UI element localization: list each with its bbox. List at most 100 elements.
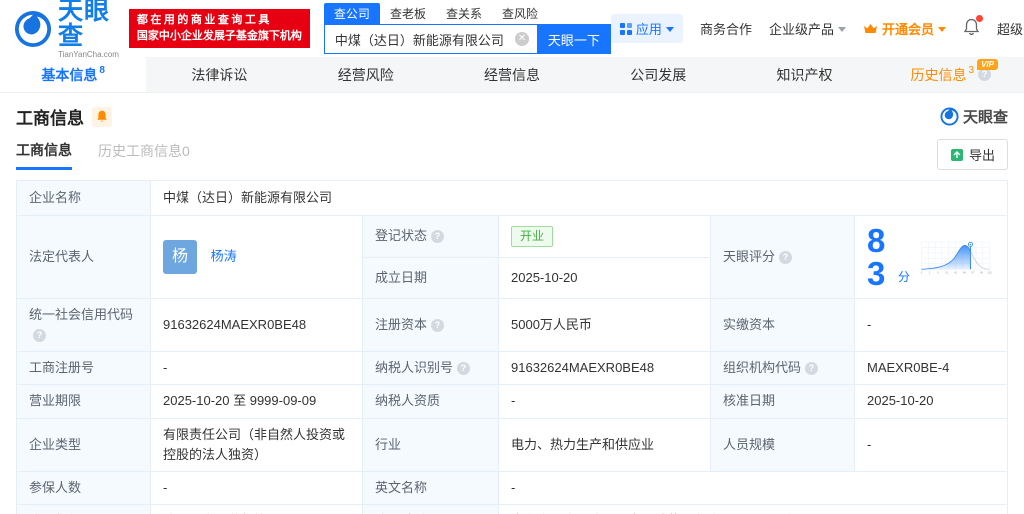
business-info-table: 企业名称 中煤（达日）新能源有限公司 法定代表人 杨 杨涛 登记状态 开业 天眼… [16,180,1008,514]
staff-size-label: 人员规模 [710,417,855,472]
reg-address-label: 注册地址 [362,503,499,514]
reg-status-label: 登记状态 [362,214,499,259]
est-date-value: 2025-10-20 [498,257,711,299]
logo-title: 天眼查 [58,0,111,50]
crown-icon [863,23,877,33]
svg-text:1: 1 [929,270,931,274]
info-icon[interactable] [779,250,793,264]
tab-label: 知识产权 [776,66,833,83]
apps-grid-icon [619,22,632,35]
notification-bell-icon[interactable] [963,15,983,39]
info-icon[interactable] [33,329,46,343]
company-type-label: 企业类型 [16,417,151,472]
reg-authority-value: 达日县市场监督管理局 [150,503,363,514]
slogan-line2: 国家中小企业发展子基金旗下机构 [136,29,302,42]
score-number: 83 [867,222,886,292]
user-account-menu[interactable]: 超级... [997,19,1024,38]
business-term-label: 营业期限 [16,384,151,419]
tab-label: 基本信息 [41,66,98,83]
subtab-business-registration[interactable]: 工商信息 [16,140,72,170]
reg-capital-value: 5000万人民币 [498,297,711,353]
reg-number-label: 工商注册号 [16,351,151,386]
credit-code-value: 91632624MAEXR0BE48 [150,297,363,353]
tyc-score-value: 83 分 0 1 5 15 42 84 97 99 100 [854,215,1008,299]
tab-count: 8 [99,65,105,76]
export-label: 导出 [968,148,995,163]
insured-count-value: - [150,470,363,505]
taxpayer-quality-label: 纳税人资质 [362,384,499,419]
taxpayer-quality-value: - [498,384,711,419]
info-icon[interactable] [457,362,471,376]
tab-intellectual-property[interactable]: 知识产权 [731,57,877,92]
english-name-value: - [498,470,1008,505]
credit-code-label: 统一社会信用代码 [16,297,151,353]
taxpayer-id-label: 纳税人识别号 [362,351,499,386]
section-title: 工商信息 [16,109,84,128]
tab-count: 3 [968,65,975,76]
reg-status-value: 开业 [498,214,711,259]
search-tab-company[interactable]: 查公司 [323,3,380,24]
brand-slogan-badge: 都在用的商业查询工具 国家中小企业发展子基金旗下机构 [128,8,310,49]
subtab-history-registration[interactable]: 历史工商信息0 [98,141,190,168]
company-section-tabs: 基本信息 8 法律诉讼 经营风险 经营信息 公司发展 知识产权 VIP 历史信息… [0,57,1024,93]
tab-company-development[interactable]: 公司发展 [585,57,731,92]
tab-basic-info[interactable]: 基本信息 8 [0,57,147,92]
cooperation-label: 商务合作 [699,22,752,37]
logo-swirl-icon [14,10,52,47]
watermark-logo: 天眼查 [940,106,1008,127]
tab-label: 历史信息 [910,66,967,83]
search-button[interactable]: 天眼一下 [536,24,611,54]
est-date-label: 成立日期 [362,257,499,299]
top-menu: 应用 商务合作 企业级产品 开通会员 超级... [610,14,1024,43]
svg-text:97: 97 [972,270,976,274]
business-term-value: 2025-10-20 至 9999-09-09 [150,384,363,419]
paid-capital-label: 实缴资本 [710,297,855,353]
tab-history-info[interactable]: VIP 历史信息 3 [878,57,1024,92]
export-button[interactable]: 导出 [936,139,1008,170]
monitor-bell-icon[interactable] [92,106,112,127]
english-name-label: 英文名称 [362,470,499,505]
info-icon[interactable] [805,362,819,376]
search-tab-boss[interactable]: 查老板 [380,3,436,24]
notification-dot [975,15,983,22]
legal-rep-link[interactable]: 杨涛 [211,248,237,263]
enterprise-products-menu[interactable]: 企业级产品 [769,19,846,38]
business-cooperation-link[interactable]: 商务合作 [700,19,752,38]
svg-text:42: 42 [954,270,958,274]
tab-label: 经营风险 [337,66,394,83]
tab-business-info[interactable]: 经营信息 [439,57,585,92]
company-type-value: 有限责任公司（非自然人投资或控股的法人独资） [150,417,363,472]
search-tab-risk[interactable]: 查风险 [492,3,548,24]
score-distribution-chart: 0 1 5 15 42 84 97 99 100 [921,241,992,274]
legal-rep-value: 杨 杨涛 [150,215,363,299]
tyc-score-label: 天眼评分 [710,215,855,299]
username-label: 超级... [996,22,1024,37]
tab-legal-proceedings[interactable]: 法律诉讼 [146,57,292,92]
svg-text:99: 99 [980,270,984,274]
chevron-down-icon [937,27,946,32]
logo-swirl-icon [940,107,959,126]
org-code-label: 组织机构代码 [710,351,855,386]
top-bar: 天眼查 TianYanCha.com 都在用的商业查询工具 国家中小企业发展子基… [0,0,1024,59]
approval-date-label: 核准日期 [710,384,855,419]
tab-operating-risk[interactable]: 经营风险 [293,57,439,92]
reg-capital-label: 注册资本 [362,297,499,353]
org-code-value: MAEXR0BE-4 [854,351,1008,386]
vip-label: 开通会员 [881,22,934,37]
info-icon[interactable] [431,230,445,244]
export-file-icon [950,148,963,161]
apps-menu[interactable]: 应用 [610,14,683,43]
taxpayer-id-value: 91632624MAEXR0BE48 [498,351,711,386]
clear-search-icon[interactable]: ✕ [514,32,529,46]
info-icon[interactable] [431,319,445,333]
legal-rep-avatar[interactable]: 杨 [163,240,197,274]
search-tab-relation[interactable]: 查关系 [436,3,492,24]
paid-capital-value: - [854,297,1008,353]
tab-label: 法律诉讼 [191,66,248,83]
open-vip-menu[interactable]: 开通会员 [863,19,946,38]
chevron-down-icon [837,27,846,32]
tianyancha-logo[interactable]: 天眼查 TianYanCha.com [14,0,119,59]
staff-size-value: - [854,417,1008,472]
search-input[interactable] [323,24,537,54]
enterprise-label: 企业级产品 [768,22,834,37]
